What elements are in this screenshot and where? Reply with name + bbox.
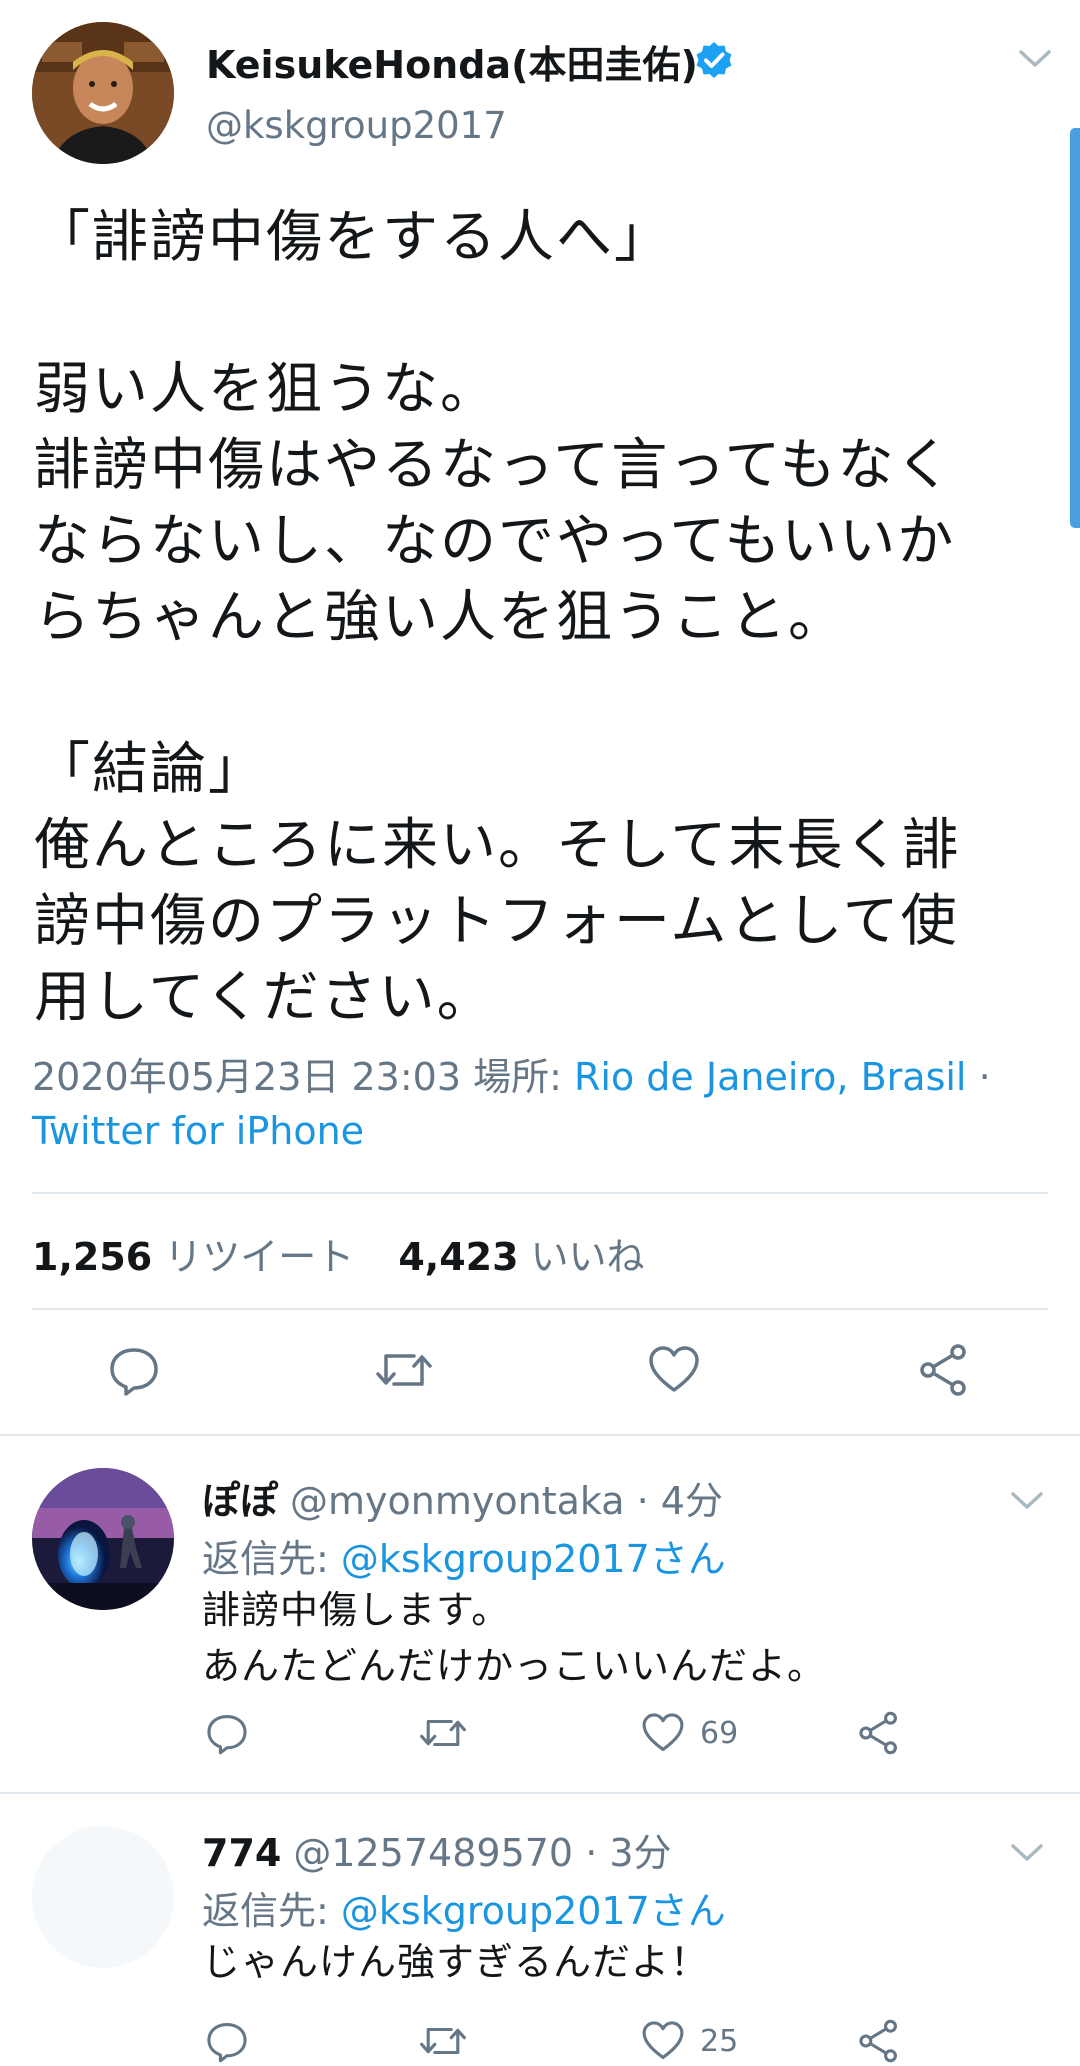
source-link[interactable]: Twitter for iPhone bbox=[32, 1109, 364, 1153]
chevron-down-icon[interactable] bbox=[1010, 1840, 1044, 1866]
section-divider bbox=[0, 1792, 1080, 1794]
retweet-icon bbox=[420, 2027, 466, 2055]
heart-icon bbox=[642, 1713, 684, 1751]
like-count[interactable]: 4,423 bbox=[398, 1235, 518, 1279]
heart-icon bbox=[649, 1346, 699, 1392]
reply-time: · 4分 bbox=[636, 1479, 723, 1523]
reply-author-name[interactable]: 774 bbox=[202, 1831, 281, 1875]
location-link[interactable]: Rio de Janeiro, Brasil bbox=[574, 1055, 966, 1099]
share-button[interactable] bbox=[856, 2016, 902, 2066]
retweet-icon bbox=[376, 1354, 432, 1386]
divider bbox=[32, 1308, 1048, 1310]
retweet-button[interactable] bbox=[418, 2016, 468, 2066]
reply-header: ぽぽ @myonmyontaka · 4分 bbox=[202, 1470, 723, 1525]
reply-action-bar: 25 bbox=[0, 2016, 1080, 2066]
reply-header: 774 @1257489570 · 3分 bbox=[202, 1822, 672, 1877]
reply-button[interactable] bbox=[204, 1708, 250, 1758]
retweet-count[interactable]: 1,256 bbox=[32, 1235, 152, 1279]
meta-separator: · bbox=[978, 1055, 991, 1099]
reply-author-handle[interactable]: @myonmyontaka bbox=[290, 1479, 625, 1523]
reply-to-mention[interactable]: @kskgroup2017さん bbox=[341, 1537, 726, 1581]
scroll-indicator[interactable] bbox=[1070, 128, 1080, 528]
like-label[interactable]: いいね bbox=[531, 1235, 645, 1279]
reply-to-label: 返信先: bbox=[202, 1889, 329, 1933]
section-divider bbox=[0, 1434, 1080, 1436]
reply-button[interactable] bbox=[104, 1340, 164, 1400]
reply-button[interactable] bbox=[204, 2016, 250, 2066]
author-handle[interactable]: @kskgroup2017 bbox=[206, 104, 507, 147]
reply-to-label: 返信先: bbox=[202, 1537, 329, 1581]
share-icon bbox=[920, 1344, 966, 1396]
reply-avatar[interactable] bbox=[32, 1826, 174, 1968]
tweet-meta: 2020年05月23日 23:03 場所: Rio de Janeiro, Br… bbox=[32, 1050, 1042, 1158]
share-button[interactable] bbox=[856, 1708, 902, 1758]
like-button[interactable] bbox=[644, 1340, 704, 1400]
author-avatar[interactable] bbox=[32, 22, 174, 164]
share-icon bbox=[859, 1711, 897, 1755]
reply-to-mention[interactable]: @kskgroup2017さん bbox=[341, 1889, 726, 1933]
tweet-stats: 1,256 リツイート 4,423 いいね bbox=[32, 1226, 677, 1281]
reply-avatar[interactable] bbox=[32, 1468, 174, 1610]
retweet-button[interactable] bbox=[374, 1340, 434, 1400]
like-button[interactable]: 25 bbox=[640, 2016, 738, 2066]
reply-action-bar: 69 bbox=[0, 1708, 1080, 1758]
tweet-timestamp[interactable]: 2020年05月23日 23:03 bbox=[32, 1055, 461, 1099]
like-button[interactable]: 69 bbox=[640, 1708, 738, 1758]
reply-text: 誹謗中傷します。 あんたどんだけかっこいいんだよ。 bbox=[202, 1588, 827, 1688]
reply-text: じゃんけん強すぎるんだよ！ bbox=[202, 1940, 710, 1984]
divider bbox=[32, 1192, 1048, 1194]
reply-icon bbox=[207, 1715, 247, 1755]
like-count: 69 bbox=[700, 1715, 739, 1751]
verified-badge-icon bbox=[696, 42, 732, 78]
retweet-label[interactable]: リツイート bbox=[164, 1235, 354, 1279]
reply-time: · 3分 bbox=[585, 1831, 672, 1875]
retweet-button[interactable] bbox=[418, 1708, 468, 1758]
heart-icon bbox=[642, 2021, 684, 2059]
location-label: 場所: bbox=[473, 1055, 562, 1099]
reply-author-handle[interactable]: @1257489570 bbox=[293, 1831, 573, 1875]
reply-to-line: 返信先: @kskgroup2017さん bbox=[202, 1528, 726, 1583]
chevron-down-icon[interactable] bbox=[1010, 1488, 1044, 1514]
chevron-down-icon[interactable] bbox=[1018, 46, 1052, 72]
retweet-icon bbox=[420, 1719, 466, 1747]
share-button[interactable] bbox=[914, 1340, 974, 1400]
reply-icon bbox=[110, 1348, 158, 1396]
tweet-action-bar bbox=[0, 1340, 1080, 1410]
share-icon bbox=[859, 2019, 897, 2063]
reply-to-line: 返信先: @kskgroup2017さん bbox=[202, 1880, 726, 1935]
tweet-text: 「誹謗中傷をする人へ」 弱い人を狙うな。 誹謗中傷はやるなって言ってもなく なら… bbox=[34, 205, 961, 1030]
author-name[interactable]: KeisukeHonda(本田圭佑) bbox=[206, 34, 698, 89]
reply-author-name[interactable]: ぽぽ bbox=[202, 1479, 278, 1523]
like-count: 25 bbox=[700, 2023, 739, 2059]
reply-icon bbox=[207, 2023, 247, 2063]
